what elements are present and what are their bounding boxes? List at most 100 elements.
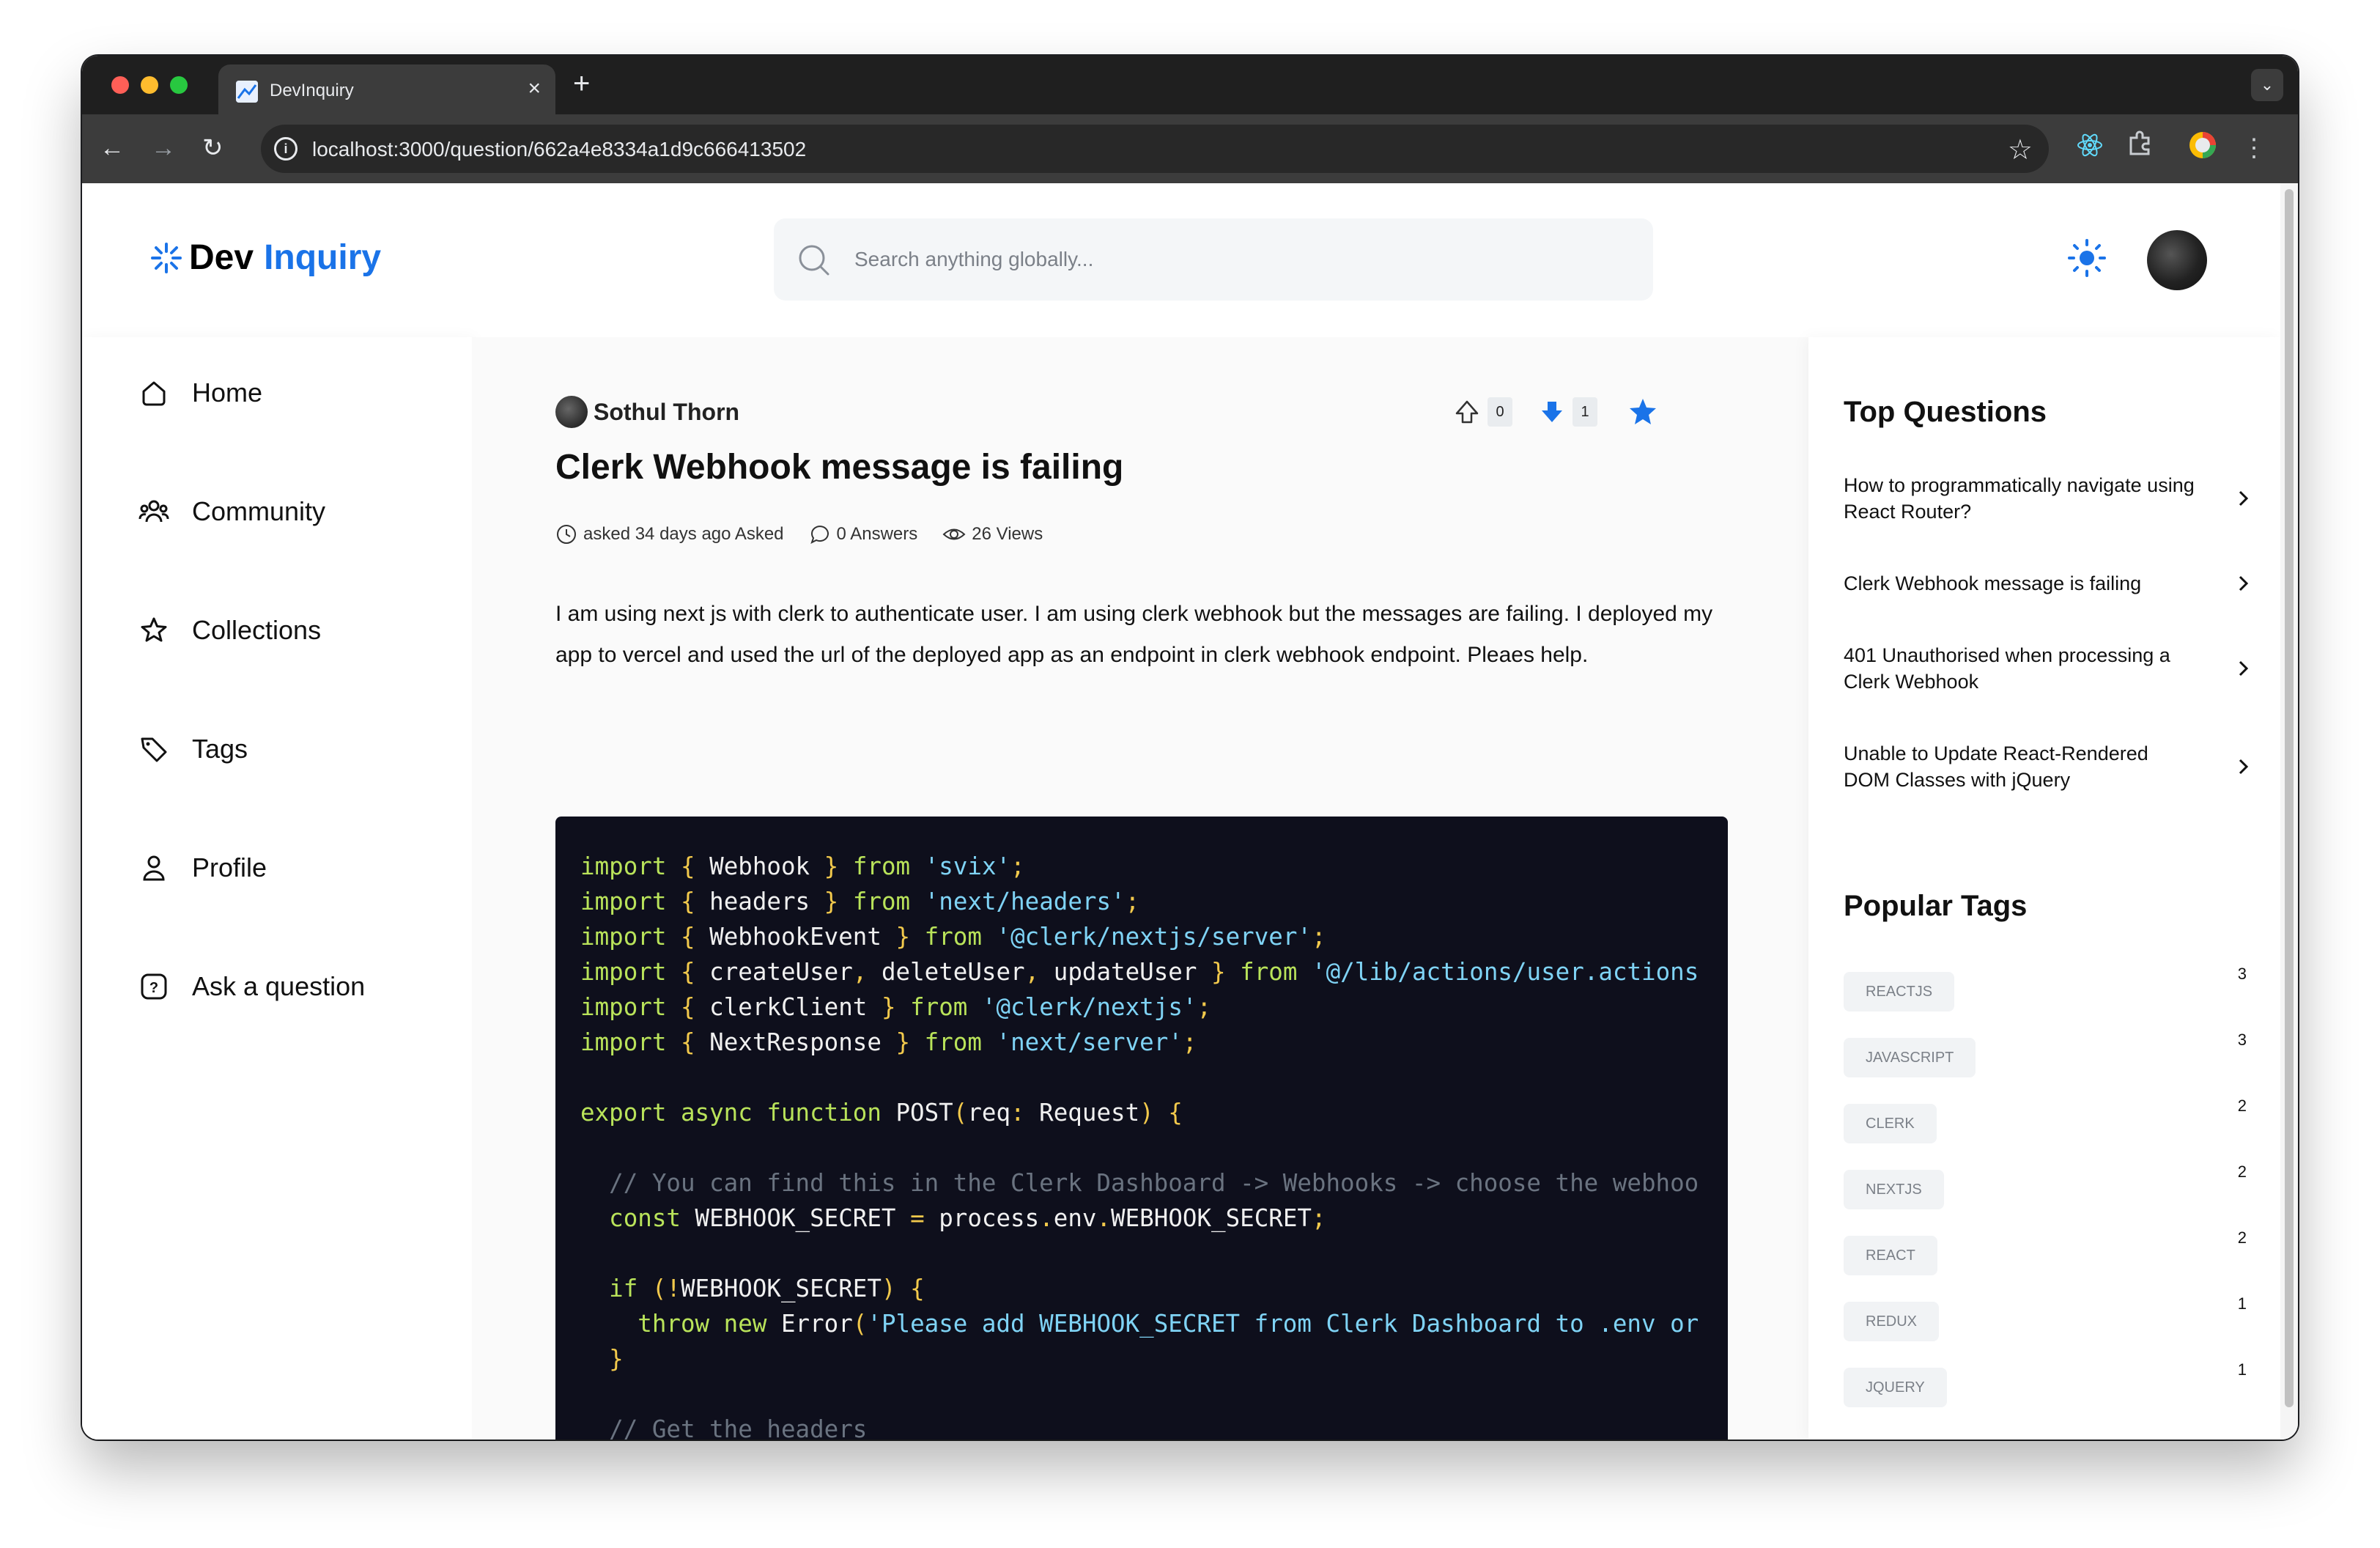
top-question-text: 401 Unauthorised when processing a Clerk… <box>1844 644 2170 693</box>
tab-bar: DevInquiry × + ⌄ <box>82 56 2298 114</box>
app-header: Dev Inquiry <box>82 183 2280 337</box>
logo-burst-icon <box>151 242 182 273</box>
tag-badge[interactable]: REACTJS <box>1844 972 1955 1011</box>
top-questions-title: Top Questions <box>1844 396 2047 428</box>
asked-time: asked 34 days ago Asked <box>583 524 784 544</box>
downvote-count: 1 <box>1572 397 1597 427</box>
svg-text:?: ? <box>149 980 158 996</box>
tab-title: DevInquiry <box>270 81 354 100</box>
logo[interactable]: Dev Inquiry <box>149 237 381 278</box>
top-question-text: Unable to Update React-Rendered DOM Clas… <box>1844 742 2148 791</box>
sidebar-item-label: Profile <box>192 852 267 882</box>
browser-tab[interactable]: DevInquiry × <box>218 64 555 114</box>
tag-badge[interactable]: CLERK <box>1844 1104 1937 1143</box>
page-content: Dev Inquiry Search anything globally... … <box>82 183 2298 1440</box>
sidebar-item-collections[interactable]: Collections <box>138 608 321 652</box>
top-question-item[interactable]: 401 Unauthorised when processing a Clerk… <box>1844 642 2254 695</box>
right-sidebar: Top Questions How to programmatically na… <box>1808 337 2280 1440</box>
tag-badge[interactable]: JAVASCRIPT <box>1844 1038 1976 1077</box>
sidebar-item-tags[interactable]: Tags <box>138 727 248 771</box>
sidebar-item-label: Home <box>192 377 263 408</box>
users-icon <box>138 500 169 523</box>
tag-count: 1 <box>2237 1360 2247 1379</box>
downvote-icon[interactable] <box>1539 399 1565 425</box>
sun-theme-toggle-icon[interactable] <box>2065 236 2109 280</box>
extensions-icon[interactable] <box>2122 130 2157 166</box>
tag-badge[interactable]: REACT <box>1844 1236 1937 1275</box>
page-scrollbar[interactable] <box>2280 183 2298 1440</box>
question-icon: ? <box>141 973 167 1000</box>
views-count: 26 Views <box>972 524 1043 544</box>
profile-icon[interactable] <box>2185 130 2220 166</box>
code-block: import { Webhook } from 'svix'; import {… <box>555 817 1728 1440</box>
global-search[interactable] <box>774 218 1653 301</box>
reload-icon[interactable]: ↻ <box>202 132 223 164</box>
top-question-item[interactable]: Unable to Update React-Rendered DOM Clas… <box>1844 740 2254 793</box>
star-icon <box>141 617 167 642</box>
tag-badge[interactable]: REDUX <box>1844 1302 1940 1341</box>
author-avatar <box>555 396 588 428</box>
site-info-icon[interactable]: i <box>274 137 298 161</box>
react-devtools-icon[interactable] <box>2072 130 2107 166</box>
close-window-button[interactable] <box>111 76 129 94</box>
top-question-item[interactable]: Clerk Webhook message is failing <box>1844 570 2254 597</box>
address-bar[interactable]: i localhost:3000/question/662a4e8334a1d9… <box>261 125 2049 173</box>
sidebar-item-label: Collections <box>192 615 322 645</box>
top-question-text: Clerk Webhook message is failing <box>1844 572 2142 594</box>
search-icon <box>799 245 829 276</box>
favicon-icon <box>236 81 258 103</box>
tag-count: 3 <box>2237 1031 2247 1049</box>
user-icon <box>143 855 165 881</box>
chevron-right-icon <box>2239 759 2249 775</box>
eye-icon <box>942 528 966 540</box>
tag-badge[interactable]: JQUERY <box>1844 1368 1947 1407</box>
vote-controls: 0 1 <box>1454 396 1659 428</box>
tab-search-icon[interactable]: ⌄ <box>2251 69 2283 101</box>
tag-count: 2 <box>2237 1096 2247 1115</box>
question-title: Clerk Webhook message is failing <box>555 448 1124 487</box>
logo-text-dev: Dev <box>189 238 254 277</box>
browser-toolbar: ← → ↻ i localhost:3000/question/662a4e83… <box>82 114 2298 183</box>
clock-icon <box>557 525 576 544</box>
answers-count: 0 Answers <box>836 524 918 544</box>
tag-count: 2 <box>2237 1228 2247 1247</box>
tag-badge[interactable]: NEXTJS <box>1844 1170 1944 1209</box>
sidebar-item-home[interactable]: Home <box>138 371 262 415</box>
chevron-right-icon <box>2239 490 2249 506</box>
question-author[interactable]: Sothul Thorn <box>555 396 739 428</box>
sidebar-item-community[interactable]: Community <box>138 490 325 534</box>
new-tab-icon[interactable]: + <box>573 67 590 100</box>
code-content: import { Webhook } from 'svix'; import {… <box>580 852 1699 1440</box>
content-scrollbar-thumb[interactable] <box>2285 337 2294 1407</box>
upvote-count: 0 <box>1488 397 1512 427</box>
sidebar-item-ask-question[interactable]: ? Ask a question <box>138 965 365 1009</box>
minimize-window-button[interactable] <box>141 76 158 94</box>
tag-count: 3 <box>2237 965 2247 983</box>
maximize-window-button[interactable] <box>170 76 188 94</box>
logo-text-inquiry: Inquiry <box>264 238 382 277</box>
upvote-icon[interactable] <box>1454 399 1480 425</box>
save-star-icon[interactable] <box>1627 396 1659 428</box>
bookmark-star-icon[interactable]: ☆ <box>2008 133 2033 166</box>
sidebar-item-label: Community <box>192 496 326 526</box>
question-main: Sothul Thorn 0 1 Clerk Webhook message i… <box>472 337 1808 1440</box>
popular-tags-title: Popular Tags <box>1844 890 2028 922</box>
tag-count: 1 <box>2237 1294 2247 1313</box>
sidebar-item-profile[interactable]: Profile <box>138 846 267 890</box>
chevron-right-icon <box>2239 660 2249 677</box>
top-question-item[interactable]: How to programmatically navigate using R… <box>1844 472 2254 525</box>
forward-icon[interactable]: → <box>151 132 176 164</box>
question-meta: asked 34 days ago Asked 0 Answers 26 Vie… <box>555 523 1068 545</box>
browser-window: DevInquiry × + ⌄ ← → ↻ i localhost:3000/… <box>82 56 2298 1440</box>
chevron-right-icon <box>2239 575 2249 591</box>
more-menu-icon[interactable]: ⋮ <box>2236 130 2272 166</box>
user-avatar[interactable] <box>2147 230 2207 290</box>
question-body: I am using next js with clerk to authent… <box>555 602 1713 667</box>
sidebar-item-label: Tags <box>192 734 248 764</box>
url-text: localhost:3000/question/662a4e8334a1d9c6… <box>312 138 807 161</box>
close-tab-icon[interactable]: × <box>528 76 541 101</box>
message-icon <box>810 526 829 544</box>
back-icon[interactable]: ← <box>100 132 125 164</box>
search-input[interactable] <box>854 240 1587 279</box>
tag-count: 2 <box>2237 1162 2247 1181</box>
